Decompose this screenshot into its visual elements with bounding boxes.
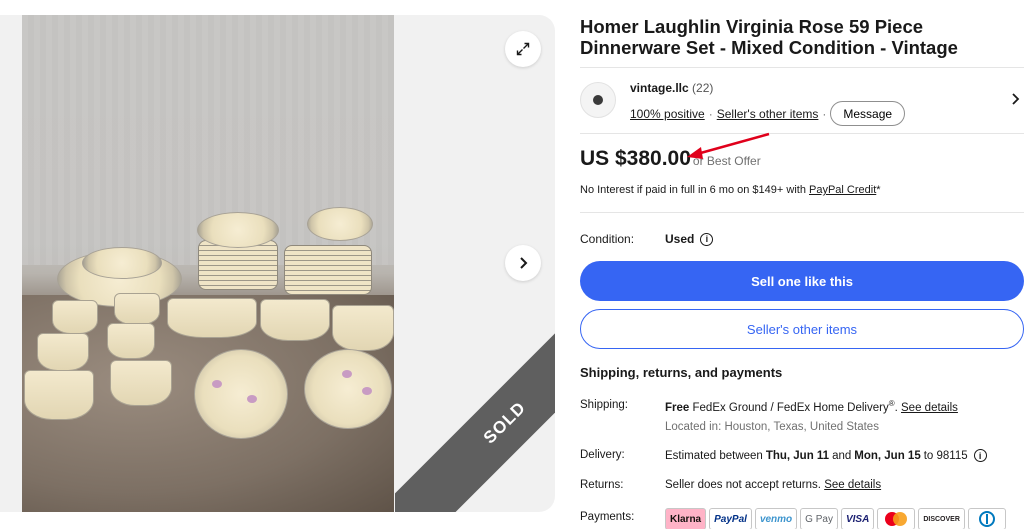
image-gallery: SOLD [0,15,555,512]
returns-row: Returns: Seller does not accept returns.… [580,479,881,491]
diners-club-icon [978,511,995,527]
delivery-row: Delivery: Estimated between Thu, Jun 11 … [580,449,987,462]
seller-avatar[interactable] [580,82,616,118]
credit-offer: No Interest if paid in full in 6 mo on $… [580,184,881,196]
google-pay-logo: G Pay [800,508,838,529]
seller-name-line: vintage.llc (22) [630,81,713,95]
creamer [260,299,330,341]
chevron-right-icon [520,257,528,269]
info-icon[interactable]: i [700,232,714,246]
rose-decal [362,387,372,395]
rose-decal [212,380,222,388]
venmo-logo: venmo [754,508,798,529]
seller-feedback-score: (22) [692,81,714,95]
seller-name[interactable]: vintage.llc [630,81,689,95]
divider [580,133,1024,134]
condition-row: Condition: Used i [580,232,714,246]
teacup [110,360,172,406]
delivery-label: Delivery: [580,449,625,461]
paypal-logo: PayPal [709,508,752,529]
diners-club-logo [967,508,1006,529]
gravy-boat [167,298,257,338]
sold-ribbon: SOLD [395,315,555,512]
seller-links: 100% positive · Seller's other items · M… [630,101,906,126]
visa-logo: VISA [840,508,875,529]
payment-methods: Klarna PayPal venmo G Pay VISA DISCOVER [665,508,1006,529]
chevron-right-icon[interactable] [1010,92,1022,106]
info-icon[interactable]: i [973,449,987,462]
rose-decal [342,370,352,378]
annotation-arrow-icon [687,132,770,159]
location-row: Located in: Houston, Texas, United State… [580,421,879,433]
discover-logo: DISCOVER [918,508,965,529]
payments-row: Payments: [580,511,665,523]
sold-label: SOLD [479,397,530,448]
mastercard-icon [885,512,908,526]
listing-title: Homer Laughlin Virginia Rose 59 Piece Di… [580,16,958,58]
plate-stack [82,247,162,279]
divider [580,67,1024,68]
paypal-credit-link[interactable]: PayPal Credit [809,184,876,196]
sugar-bowl [332,305,394,351]
teacup [107,323,155,359]
shipping-see-details-link[interactable]: See details [901,402,958,414]
plate-stack [197,212,279,248]
sold-ribbon-container: SOLD [395,315,555,512]
shipping-value: Free FedEx Ground / FedEx Home Delivery®… [665,399,958,414]
product-photo[interactable] [22,15,394,512]
plate [194,349,288,439]
teacup [114,293,160,325]
shipping-label: Shipping: [580,399,628,411]
rose-decal [247,395,257,403]
plate [304,349,392,429]
message-button[interactable]: Message [830,101,906,126]
shipping-heading: Shipping, returns, and payments [580,365,783,380]
price-amount: US $380.00 [580,147,691,170]
shipping-row: Shipping: Free FedEx Ground / FedEx Home… [580,399,958,414]
sell-one-like-this-button[interactable]: Sell one like this [580,261,1024,301]
sellers-other-items-button[interactable]: Seller's other items [580,309,1024,349]
plate-stack [284,245,372,295]
teacup [52,300,98,334]
expand-image-button[interactable] [505,31,541,67]
klarna-logo: Klarna [665,508,707,529]
expand-icon [516,42,530,56]
divider [580,212,1024,213]
delivery-value: Estimated between Thu, Jun 11 and Mon, J… [665,449,987,462]
teacup [37,333,89,371]
condition-label: Condition: [580,232,635,246]
item-location: Located in: Houston, Texas, United State… [665,421,879,433]
seller-other-items-link[interactable]: Seller's other items [717,107,819,121]
plate-stack [307,207,373,241]
seller-card: vintage.llc (22) 100% positive · Seller'… [580,80,1024,126]
returns-value: Seller does not accept returns. See deta… [665,479,882,491]
seller-positive-link[interactable]: 100% positive [630,107,705,121]
next-image-button[interactable] [505,245,541,281]
returns-label: Returns: [580,479,624,491]
returns-see-details-link[interactable]: See details [824,479,881,491]
teacup [24,370,94,420]
condition-value: Used i [665,232,714,246]
mastercard-logo [877,508,916,529]
payments-label: Payments: [580,511,635,523]
